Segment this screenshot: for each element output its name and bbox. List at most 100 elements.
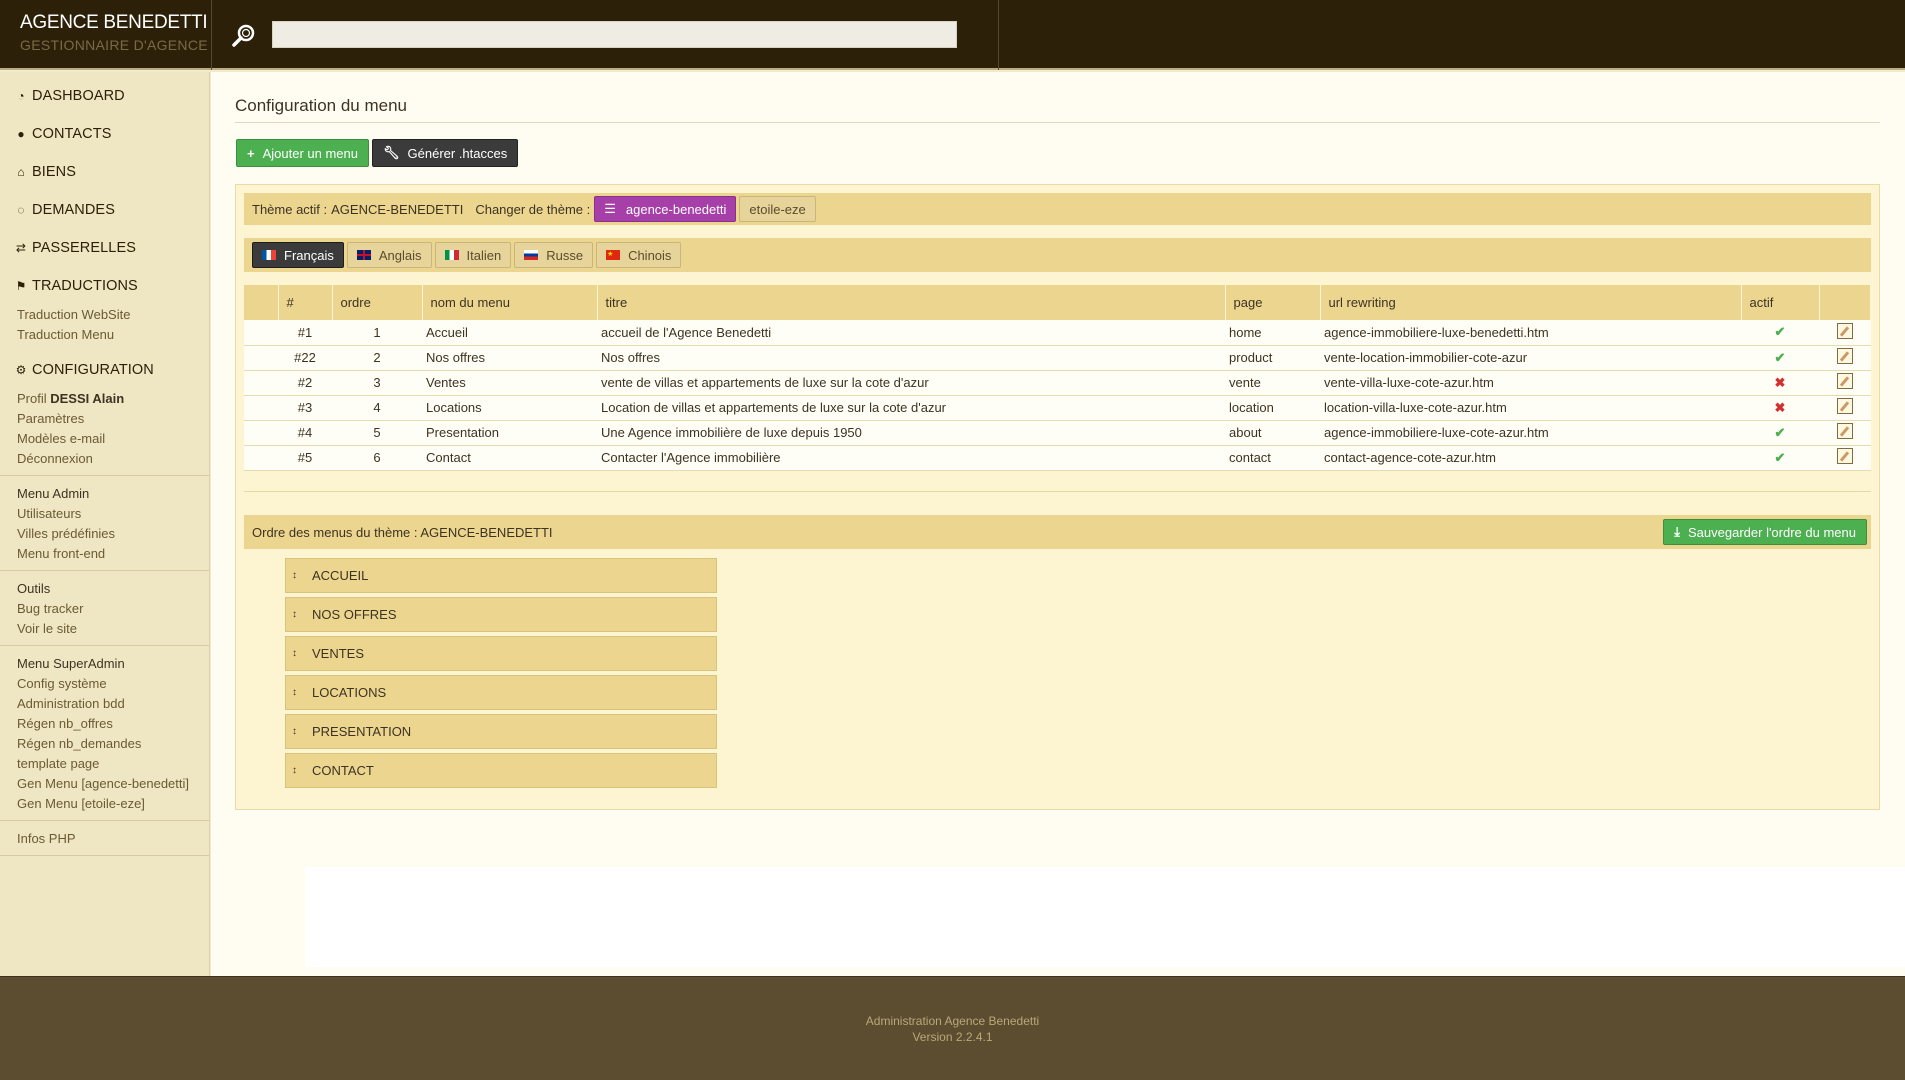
add-menu-button[interactable]: + Ajouter un menu <box>236 139 369 167</box>
active-check-icon[interactable]: ✔ <box>1775 450 1786 465</box>
table-row[interactable]: #2 3 Ventes vente de villas et appartements… <box>244 370 1871 396</box>
inactive-cross-icon[interactable]: ✖ <box>1775 375 1786 390</box>
col-select <box>244 285 279 320</box>
nav-template-page[interactable]: template page <box>0 754 209 774</box>
nav-villes-predefinies[interactable]: Villes prédéfinies <box>0 524 209 544</box>
cell-actions <box>1819 420 1871 446</box>
nav-label: CONTACTS <box>32 126 112 142</box>
col-actions <box>1819 285 1871 320</box>
edit-icon[interactable] <box>1836 322 1853 339</box>
nav-profil[interactable]: Profil DESSI Alain <box>0 389 209 409</box>
lang-francais-tab[interactable]: Français <box>252 242 344 268</box>
table-row[interactable]: #4 5 Presentation Une Agence immobilière de… <box>244 420 1871 446</box>
search-icon[interactable] <box>230 22 258 50</box>
cell-url: location-villa-luxe-cote-azur.htm <box>1320 395 1741 421</box>
cell-url: agence-immobiliere-luxe-benedetti.htm <box>1320 320 1741 346</box>
brand-subtitle: GESTIONNAIRE D'AGENCE <box>20 37 208 53</box>
page-title: Configuration du menu <box>235 96 408 115</box>
active-check-icon[interactable]: ✔ <box>1775 324 1786 339</box>
generate-htaccess-button[interactable]: 🔧︎ Générer .htacces <box>372 139 519 167</box>
nav-passerelles[interactable]: ⇄ PASSERELLES <box>0 229 209 267</box>
save-order-button[interactable]: ⤓ Sauvegarder l'ordre du menu <box>1663 519 1867 545</box>
nav-gen-menu-etoile-eze[interactable]: Gen Menu [etoile-eze] <box>0 794 209 814</box>
cell-id: #22 <box>278 345 332 371</box>
sort-arrows-icon: ↕ <box>292 609 297 620</box>
cell-nom: Nos offres <box>422 345 597 371</box>
lang-chinois-tab[interactable]: ★ Chinois <box>596 242 682 268</box>
russia-flag-icon <box>524 250 539 260</box>
exchange-icon: ⇄ <box>15 241 27 255</box>
active-check-icon[interactable]: ✔ <box>1775 425 1786 440</box>
nav-configuration[interactable]: ⚙ CONFIGURATION <box>0 351 209 389</box>
lang-russe-tab[interactable]: Russe <box>514 242 594 268</box>
nav-dashboard[interactable]: ◔ DASHBOARD <box>0 77 209 115</box>
table-row[interactable]: #22 2 Nos offres Nos offres product vente-loc… <box>244 345 1871 371</box>
italy-flag-icon <box>444 250 459 260</box>
flag-icon: ⚑ <box>15 279 27 293</box>
nav-contacts[interactable]: ● CONTACTS <box>0 115 209 153</box>
col-nom: nom du menu <box>422 285 598 320</box>
sortable-menu-item[interactable]: ↕ NOS OFFRES <box>285 597 717 632</box>
generate-htaccess-label: Générer .htacces <box>407 145 508 161</box>
nav-utilisateurs[interactable]: Utilisateurs <box>0 504 209 524</box>
cell-url: vente-villa-luxe-cote-azur.htm <box>1320 370 1741 396</box>
nav-gen-menu-agence-benedetti[interactable]: Gen Menu [agence-benedetti] <box>0 774 209 794</box>
sortable-menu-item[interactable]: ↕ CONTACT <box>285 753 717 788</box>
table-row[interactable]: #3 4 Locations Location de villas et appart… <box>244 395 1871 421</box>
theme-agence-benedetti-button[interactable]: ☰ agence-benedetti <box>594 196 737 222</box>
inactive-cross-icon[interactable]: ✖ <box>1775 400 1786 415</box>
infos-group: Infos PHP <box>0 820 209 856</box>
edit-icon[interactable] <box>1836 423 1853 439</box>
table-row[interactable]: #5 6 Contact Contacter l'Agence immobilière… <box>244 445 1871 471</box>
table-header-row: # ordre nom du menu titre page url rewri… <box>244 285 1871 320</box>
brand[interactable]: AGENCE BENEDETTI GESTIONNAIRE D'AGENCE <box>0 0 212 70</box>
search-input[interactable] <box>272 21 957 48</box>
nav-traduction-website[interactable]: Traduction WebSite <box>0 305 209 325</box>
nav-deconnexion[interactable]: Déconnexion <box>0 449 209 469</box>
lang-italien-tab[interactable]: Italien <box>434 242 512 268</box>
cell-ordre: 4 <box>332 395 422 421</box>
cell-actions <box>1819 320 1871 346</box>
sortable-menu-item[interactable]: ↕ LOCATIONS <box>285 675 717 710</box>
outils-group: Outils Bug tracker Voir le site <box>0 570 209 645</box>
nav-bug-tracker[interactable]: Bug tracker <box>0 599 209 619</box>
sortable-menu-item[interactable]: ↕ VENTES <box>285 636 717 671</box>
nav-regen-nb-demandes[interactable]: Régen nb_demandes <box>0 734 209 754</box>
sortable-menu-item[interactable]: ↕ PRESENTATION <box>285 714 717 749</box>
cell-titre: Une Agence immobilière de luxe depuis 19… <box>597 420 1225 446</box>
cell-ordre: 2 <box>332 345 422 371</box>
sortable-menu-item[interactable]: ↕ ACCUEIL <box>285 558 717 593</box>
nav-menu-front-end[interactable]: Menu front-end <box>0 544 209 564</box>
nav-voir-le-site[interactable]: Voir le site <box>0 619 209 639</box>
table-row[interactable]: #1 1 Accueil accueil de l'Agence Benedetti h… <box>244 320 1871 346</box>
cell-page: product <box>1225 345 1320 371</box>
edit-icon[interactable] <box>1836 373 1853 389</box>
nav-parametres[interactable]: Paramètres <box>0 409 209 429</box>
nav-traduction-menu[interactable]: Traduction Menu <box>0 325 209 345</box>
nav-demandes[interactable]: ◌ DEMANDES <box>0 191 209 229</box>
sort-item-label: PRESENTATION <box>312 724 412 739</box>
edit-icon[interactable] <box>1836 348 1853 364</box>
nav-regen-nb-offres[interactable]: Régen nb_offres <box>0 714 209 734</box>
edit-icon[interactable] <box>1836 448 1853 464</box>
cell-select <box>244 345 278 371</box>
cell-select <box>244 370 278 396</box>
cell-url: agence-immobiliere-luxe-cote-azur.htm <box>1320 420 1741 446</box>
change-theme-label: Changer de thème : <box>475 201 591 217</box>
nav-biens[interactable]: ⌂ BIENS <box>0 153 209 191</box>
cell-id: #5 <box>278 445 332 471</box>
active-check-icon[interactable]: ✔ <box>1775 350 1786 365</box>
nav-modeles-email[interactable]: Modèles e-mail <box>0 429 209 449</box>
nav-label: DASHBOARD <box>32 88 125 104</box>
nav-infos-php[interactable]: Infos PHP <box>0 829 209 849</box>
nav-traductions[interactable]: ⚑ TRADUCTIONS <box>0 267 209 305</box>
edit-icon[interactable] <box>1836 398 1853 414</box>
nav-config-systeme[interactable]: Config système <box>0 674 209 694</box>
nav-administration-bdd[interactable]: Administration bdd <box>0 694 209 714</box>
cell-id: #3 <box>278 395 332 421</box>
lang-anglais-tab[interactable]: Anglais <box>346 242 432 268</box>
theme-etoile-eze-button[interactable]: etoile-eze <box>739 196 816 222</box>
panel-divider <box>244 491 1871 492</box>
active-theme-label: Thème actif : <box>252 201 328 217</box>
outils-title: Outils <box>17 581 51 596</box>
